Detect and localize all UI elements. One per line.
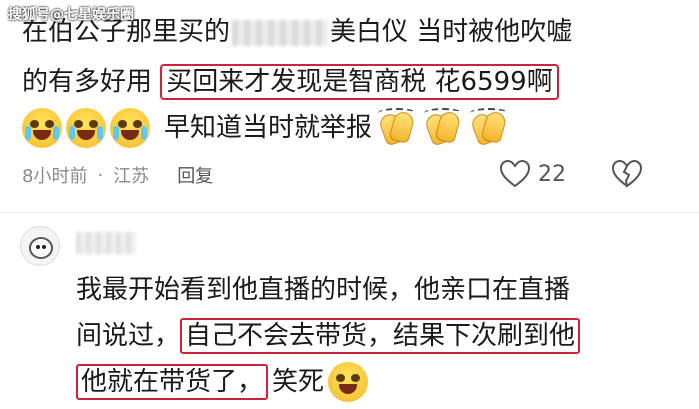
crying-emoji-icon xyxy=(110,108,150,148)
comment-divider xyxy=(0,212,699,213)
comment2-highlight-box-1: 自己不会去带货，结果下次刷到他 xyxy=(180,318,581,354)
broken-heart-icon[interactable] xyxy=(612,160,642,188)
comment1-line3-text: 早知道当时就举报 xyxy=(164,113,373,143)
clapping-hands-icon xyxy=(422,108,464,148)
blurred-product-name xyxy=(232,19,329,46)
comment1-highlight-box: 买回来才发现是智商税 花6599啊 xyxy=(160,64,559,100)
like-button[interactable]: 22 xyxy=(500,160,566,188)
comment-time: 8小时前 xyxy=(22,166,88,187)
comment1-meta: 8小时前 · 江苏 回复 xyxy=(22,162,213,188)
comment2-highlight-box-2: 他就在带货了， xyxy=(76,364,269,400)
comment2-line3-text: 笑死 xyxy=(272,367,325,397)
comment2-line3: 他就在带货了， 笑死 xyxy=(76,362,372,402)
crying-emoji-icon xyxy=(66,108,106,148)
grinning-sweat-emoji-icon xyxy=(328,362,369,402)
comment2-line2-text: 间说过， xyxy=(76,321,181,351)
comment1-line1-text-b: 美白仪 当时被他吹嘘 xyxy=(330,17,573,47)
meta-separator: · xyxy=(97,164,104,186)
avatar[interactable] xyxy=(20,226,60,266)
heart-icon xyxy=(500,160,530,188)
reply-button[interactable]: 回复 xyxy=(177,162,213,188)
comment1-line2: 的有多好用 买回来才发现是智商税 花6599啊 xyxy=(22,64,559,100)
crying-emoji-icon xyxy=(22,108,62,148)
comment-location: 江苏 xyxy=(113,166,150,187)
blurred-username xyxy=(76,232,136,254)
comment1-line2-text: 的有多好用 xyxy=(22,67,153,97)
watermark-text: 搜狐号@七星娱乐圈 xyxy=(8,7,134,23)
comment2-line2: 间说过， 自己不会去带货，结果下次刷到他 xyxy=(76,318,581,354)
clapping-hands-icon xyxy=(376,108,418,148)
clapping-hands-icon xyxy=(468,108,510,148)
like-count: 22 xyxy=(538,161,566,187)
comment1-line3: 早知道当时就举报 xyxy=(22,108,510,148)
comment2-line1: 我最开始看到他直播的时候，他亲口在直播 xyxy=(76,275,571,305)
